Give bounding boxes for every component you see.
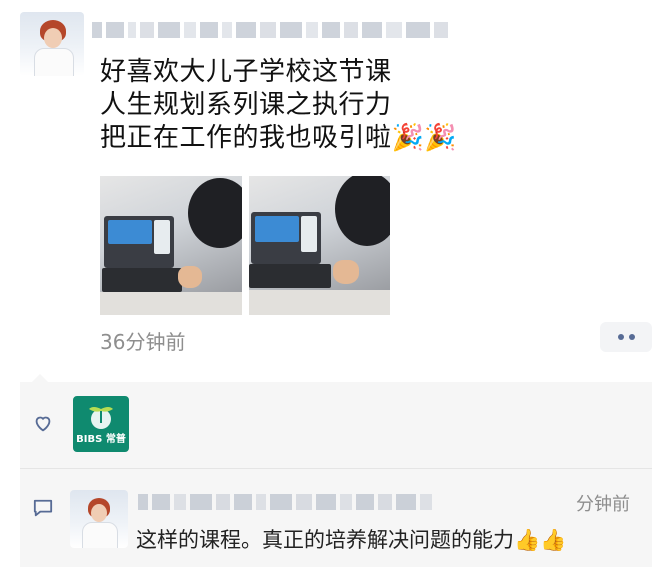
post-photo-1[interactable] <box>100 176 242 315</box>
student-head <box>335 176 390 246</box>
poster-name-blurred[interactable] <box>92 22 448 38</box>
more-options-button[interactable] <box>600 322 652 352</box>
dot-icon <box>628 334 635 340</box>
panel-pointer <box>32 374 48 382</box>
avatar-coat <box>34 48 74 76</box>
social-panel: BIBS 常普 分钟前 这样的课程。真正的培养解决问题的能力👍👍 <box>20 374 652 567</box>
student-hand <box>178 266 202 288</box>
post-line-3: 把正在工作的我也吸引啦🎉🎉 <box>100 123 458 153</box>
poster-avatar[interactable] <box>20 12 84 76</box>
laptop-screen-panel <box>301 216 317 252</box>
post-text: 好喜欢大儿子学校这节课 人生规划系列课之执行力 把正在工作的我也吸引啦🎉🎉 <box>100 56 457 155</box>
laptop-screen <box>255 216 299 242</box>
comment-timestamp: 分钟前 <box>576 494 630 515</box>
laptop-keyboard <box>249 264 331 288</box>
sprout-icon <box>89 407 113 429</box>
commenter-avatar[interactable] <box>70 490 128 548</box>
heart-icon <box>32 412 54 438</box>
commenter-name-blurred[interactable] <box>138 494 432 510</box>
avatar-face <box>91 504 107 522</box>
laptop-keyboard <box>102 268 182 292</box>
liker-avatar-logo[interactable]: BIBS 常普 <box>73 396 129 452</box>
post-line-2: 人生规划系列课之执行力 <box>100 90 392 120</box>
logo-text: BIBS 常普 <box>76 434 126 445</box>
desk <box>100 292 242 315</box>
student-hand <box>333 260 359 284</box>
comment-icon <box>32 498 54 522</box>
laptop-screen <box>108 220 152 244</box>
avatar-coat <box>82 522 118 548</box>
desk <box>249 290 390 315</box>
panel-divider <box>20 468 652 469</box>
comment-text: 这样的课程。真正的培养解决问题的能力👍👍 <box>136 528 567 552</box>
post-photo-2[interactable] <box>249 176 390 315</box>
post-line-1: 好喜欢大儿子学校这节课 <box>100 57 392 87</box>
laptop-screen-panel <box>154 220 170 254</box>
dot-icon <box>617 334 624 340</box>
student-head <box>188 178 242 248</box>
avatar-face <box>44 28 62 48</box>
post-timestamp: 36分钟前 <box>100 330 186 354</box>
